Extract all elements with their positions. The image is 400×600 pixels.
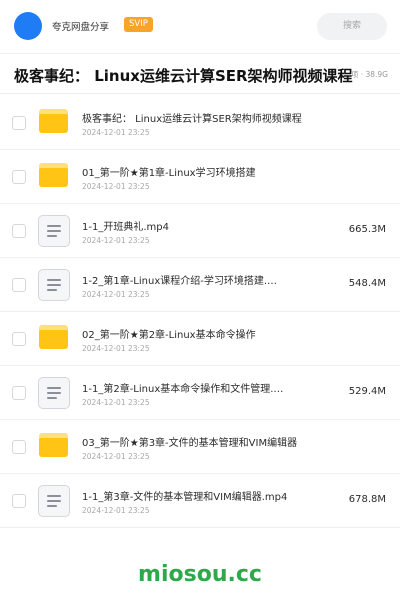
- item-date: 2024-12-01 23:25: [82, 236, 150, 245]
- file-row[interactable]: 1-1_第2章-Linux基本命令操作和文件管理.… 2024-12-01 23:…: [0, 366, 400, 420]
- folder-meta: 项 · 38.9G: [350, 70, 388, 79]
- file-row[interactable]: 1-2_第1章-Linux课程介绍-学习环境搭建.… 2024-12-01 23:…: [0, 258, 400, 312]
- file-list: 极客事纪： Linux运维云计算SER架构师视频课程 2024-12-01 23:…: [0, 96, 400, 528]
- item-name: 1-1_开班典礼.mp4: [82, 222, 169, 233]
- item-name: 01_第一阶★第1章-Linux学习环境搭建: [82, 168, 256, 179]
- row-checkbox[interactable]: [12, 116, 26, 130]
- svip-badge: SVIP: [124, 17, 153, 32]
- row-checkbox[interactable]: [12, 278, 26, 292]
- document-icon: [38, 377, 70, 409]
- document-icon: [38, 269, 70, 301]
- item-date: 2024-12-01 23:25: [82, 398, 150, 407]
- item-name: 1-1_第3章-文件的基本管理和VIM编辑器.mp4: [82, 492, 288, 503]
- document-icon: [38, 215, 70, 247]
- item-date: 2024-12-01 23:25: [82, 344, 150, 353]
- item-name: 1-1_第2章-Linux基本命令操作和文件管理.…: [82, 384, 284, 395]
- document-icon: [38, 485, 70, 517]
- item-name: 极客事纪： Linux运维云计算SER架构师视频课程: [82, 114, 302, 125]
- item-name: 1-2_第1章-Linux课程介绍-学习环境搭建.…: [82, 276, 278, 287]
- folder-row[interactable]: 极客事纪： Linux运维云计算SER架构师视频课程 2024-12-01 23:…: [0, 96, 400, 150]
- item-date: 2024-12-01 23:25: [82, 290, 150, 299]
- item-date: 2024-12-01 23:25: [82, 182, 150, 191]
- folder-icon: [39, 325, 68, 349]
- page-title: 极客事纪： Linux运维云计算SER架构师视频课程: [14, 67, 353, 85]
- row-checkbox[interactable]: [12, 386, 26, 400]
- item-size: 529.4M: [348, 386, 386, 397]
- item-size: 548.4M: [348, 278, 386, 289]
- item-date: 2024-12-01 23:25: [82, 128, 150, 137]
- row-checkbox[interactable]: [12, 332, 26, 346]
- watermark-text: miosou.cc: [138, 562, 262, 587]
- row-checkbox[interactable]: [12, 224, 26, 238]
- folder-icon: [39, 433, 68, 457]
- row-checkbox[interactable]: [12, 170, 26, 184]
- folder-row[interactable]: 03_第一阶★第3章-文件的基本管理和VIM编辑器 2024-12-01 23:2…: [0, 420, 400, 474]
- folder-row[interactable]: 01_第一阶★第1章-Linux学习环境搭建 2024-12-01 23:25: [0, 150, 400, 204]
- item-size: 678.8M: [348, 494, 386, 505]
- item-name: 02_第一阶★第2章-Linux基本命令操作: [82, 330, 256, 341]
- row-checkbox[interactable]: [12, 494, 26, 508]
- folder-icon: [39, 109, 68, 133]
- folder-row[interactable]: 02_第一阶★第2章-Linux基本命令操作 2024-12-01 23:25: [0, 312, 400, 366]
- item-name: 03_第一阶★第3章-文件的基本管理和VIM编辑器: [82, 438, 298, 449]
- share-title: 夸克网盘分享: [52, 22, 110, 33]
- item-date: 2024-12-01 23:25: [82, 452, 150, 461]
- file-row[interactable]: 1-1_第3章-文件的基本管理和VIM编辑器.mp4 2024-12-01 23:…: [0, 474, 400, 528]
- avatar[interactable]: [14, 12, 42, 40]
- search-input[interactable]: 搜索: [317, 13, 387, 40]
- file-row[interactable]: 1-1_开班典礼.mp4 2024-12-01 23:25 665.3M: [0, 204, 400, 258]
- row-checkbox[interactable]: [12, 440, 26, 454]
- item-date: 2024-12-01 23:25: [82, 506, 150, 515]
- item-size: 665.3M: [348, 224, 386, 235]
- folder-icon: [39, 163, 68, 187]
- app-header: 夸克网盘分享 SVIP 搜索: [0, 0, 400, 54]
- title-bar: 极客事纪： Linux运维云计算SER架构师视频课程 项 · 38.9G: [0, 58, 400, 94]
